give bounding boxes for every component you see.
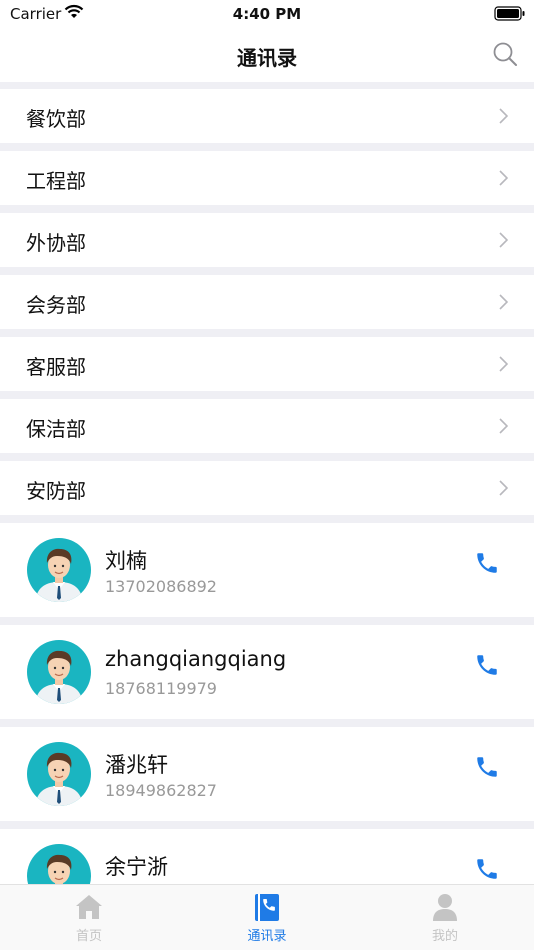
person-icon [433,894,457,921]
status-bar: Carrier 4:40 PM [0,0,534,28]
avatar [27,538,91,602]
avatar [27,844,91,885]
department-list: 餐饮部 工程部 外协部 会务部 客服部 保洁部 安防部 [0,89,534,515]
contact-phone: 18768119979 [105,679,217,698]
contact-list: 刘楠 13702086892 zhangqiangqiang 187681199… [0,523,534,885]
department-label: 会务部 [26,293,86,317]
chevron-right-icon [499,418,508,434]
chevron-right-icon [499,294,508,310]
avatar [27,742,91,806]
department-label: 客服部 [26,355,86,379]
tab-label: 首页 [75,929,102,944]
department-row[interactable]: 客服部 [0,337,534,391]
contact-row[interactable]: 潘兆轩 18949862827 [0,727,534,821]
phone-icon[interactable] [474,856,500,882]
department-row[interactable]: 外协部 [0,213,534,267]
phone-icon[interactable] [474,550,500,576]
chevron-right-icon [499,170,508,186]
tab-bar: 首页 通讯录 我的 [0,884,534,950]
phone-icon[interactable] [474,754,500,780]
department-label: 保洁部 [26,417,86,441]
contact-name: 余宁浙 [105,855,168,879]
home-icon [76,895,102,919]
contact-phone: 18949862827 [105,781,217,800]
search-icon[interactable] [492,41,518,67]
tab-label: 我的 [431,929,458,944]
tab-contacts[interactable]: 通讯录 [207,891,327,944]
department-label: 外协部 [26,231,86,255]
avatar [27,640,91,704]
tab-me[interactable]: 我的 [385,891,505,944]
contact-row[interactable]: 余宁浙 [0,829,534,885]
department-label: 餐饮部 [26,107,86,131]
contact-name: 潘兆轩 [105,753,168,777]
contact-phone: 13702086892 [105,577,217,596]
tab-home[interactable]: 首页 [29,891,149,944]
contact-name: 刘楠 [105,549,147,573]
chevron-right-icon [499,108,508,124]
chevron-right-icon [499,232,508,248]
contact-name: zhangqiangqiang [105,647,287,671]
tab-label: 通讯录 [247,929,287,944]
department-row[interactable]: 餐饮部 [0,89,534,143]
chevron-right-icon [499,480,508,496]
contacts-book-icon [255,894,279,921]
contact-row[interactable]: zhangqiangqiang 18768119979 [0,625,534,719]
department-row[interactable]: 安防部 [0,461,534,515]
department-label: 安防部 [26,479,86,503]
phone-icon[interactable] [474,652,500,678]
department-row[interactable]: 会务部 [0,275,534,329]
page-title: 通讯录 [237,46,297,70]
department-label: 工程部 [26,169,86,193]
contact-row[interactable]: 刘楠 13702086892 [0,523,534,617]
department-row[interactable]: 工程部 [0,151,534,205]
battery-icon [494,6,525,21]
clock: 4:40 PM [232,5,302,23]
scroll-content[interactable]: 餐饮部 工程部 外协部 会务部 客服部 保洁部 安防部 刘楠 137020868… [0,82,534,885]
chevron-right-icon [499,356,508,372]
navigation-bar: 通讯录 [0,28,534,82]
department-row[interactable]: 保洁部 [0,399,534,453]
